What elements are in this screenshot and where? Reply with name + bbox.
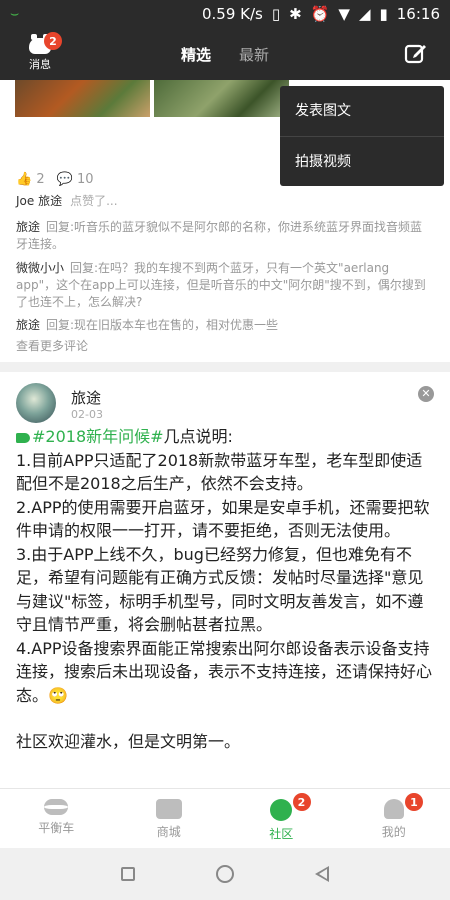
close-icon[interactable]: ✕	[418, 386, 434, 402]
nav-label: 我的	[381, 825, 406, 839]
home-icon[interactable]	[215, 865, 234, 883]
system-nav-bar	[0, 848, 450, 900]
menu-item-record-video[interactable]: 拍摄视频	[280, 137, 444, 187]
messages-badge: 2	[44, 32, 62, 50]
menu-item-post-image-text[interactable]: 发表图文	[280, 86, 444, 136]
post-photo[interactable]	[154, 80, 289, 117]
nav-item-community[interactable]: 社区 2	[225, 789, 338, 848]
tab-latest[interactable]: 最新	[239, 44, 269, 65]
recent-apps-icon[interactable]	[120, 867, 135, 881]
liked-hint: 点赞了...	[70, 194, 118, 208]
nav-item-balance-car[interactable]: 平衡车	[0, 789, 113, 848]
post-line: 2.APP的使用需要开启蓝牙，如果是安卓手机，还需要把软件申请的权限一一打开，请…	[16, 497, 430, 541]
edit-icon[interactable]	[404, 42, 428, 64]
comment-icon: 💬	[56, 172, 73, 187]
post-photo[interactable]	[15, 80, 150, 117]
post-line: 3.由于APP上线不久，bug已经努力修复，但也难免有不足，希望有问题能有正确方…	[16, 544, 424, 635]
post-heading: #2018新年问候#几点说明:	[16, 425, 436, 449]
post-body[interactable]: #2018新年问候#几点说明: 1.目前APP只适配了2018新款带蓝牙车型，老…	[16, 425, 436, 754]
user-icon	[383, 799, 404, 819]
alarm-icon: ⏰	[310, 5, 330, 23]
balance-car-icon	[44, 799, 69, 815]
like-count: 2	[36, 172, 45, 187]
likers[interactable]: Joe 旅途	[16, 194, 62, 208]
post-stats: 👍 2 💬 10	[16, 172, 93, 187]
community-badge: 2	[292, 793, 311, 811]
post-line: 社区欢迎灌水，但是文明第一。	[16, 732, 241, 751]
top-app-bar: 消息 2 精选 最新	[0, 28, 450, 80]
messages-button[interactable]: 消息 2	[20, 32, 62, 72]
heading-text: 几点说明:	[163, 427, 233, 446]
post-author[interactable]: 旅途	[71, 387, 101, 408]
app-notification-icon: ⌣	[10, 6, 20, 22]
messages-label: 消息	[29, 58, 51, 71]
back-icon[interactable]	[315, 866, 330, 882]
comment-text: 回复:在吗？我的车搜不到两个蓝牙，只有一个英文"aerlang app"，这个在…	[16, 261, 426, 309]
post-line: 4.APP设备搜索界面能正常搜索出阿尔郎设备表示设备支持连接，搜索后未出现设备，…	[16, 638, 433, 705]
community-icon	[270, 799, 293, 821]
comment-author[interactable]: 旅途	[16, 318, 40, 332]
nav-label: 商城	[156, 825, 181, 839]
topic-tag[interactable]: #2018新年问候#	[32, 427, 164, 446]
more-comments-link[interactable]: 查看更多评论	[16, 337, 88, 354]
avatar[interactable]	[16, 383, 56, 423]
like-stat[interactable]: 👍 2	[16, 172, 45, 187]
comment-item[interactable]: 旅途 回复:现在旧版本车也在售的，相对优惠一些	[16, 317, 432, 334]
likers-line: Joe 旅途 点赞了...	[16, 192, 118, 209]
clock: 16:16	[396, 5, 440, 23]
nav-item-me[interactable]: 我的 1	[338, 789, 450, 848]
post-line: 1.目前APP只适配了2018新款带蓝牙车型，老车型即使适配但不是2018之后生…	[16, 450, 423, 494]
tag-icon	[16, 432, 30, 443]
comment-stat[interactable]: 💬 10	[57, 172, 94, 187]
post-date: 02-03	[71, 408, 103, 421]
status-bar: ⌣ 0.59 K/s ▯ ✱ ⏰ ▼ ◢ ▮ 16:16	[0, 0, 450, 28]
me-badge: 1	[405, 793, 423, 811]
nav-label: 平衡车	[38, 821, 75, 835]
signal-icon: ◢	[358, 5, 371, 23]
nav-label: 社区	[269, 827, 294, 841]
nav-item-shop[interactable]: 商城	[113, 789, 226, 848]
comment-item[interactable]: 微微小小 回复:在吗？我的车搜不到两个蓝牙，只有一个英文"aerlang app"…	[16, 260, 432, 311]
comment-text: 回复:听音乐的蓝牙貌似不是阿尔郎的名称，你进系统蓝牙界面找音频蓝牙连接。	[16, 220, 423, 251]
shop-icon	[155, 799, 182, 819]
network-speed: 0.59 K/s	[202, 5, 263, 23]
tab-featured[interactable]: 精选	[181, 44, 211, 65]
bluetooth-icon: ✱	[289, 5, 302, 23]
compose-menu: 发表图文 拍摄视频	[280, 86, 444, 186]
comment-author[interactable]: 旅途	[16, 220, 40, 234]
phone-icon: ▯	[271, 5, 281, 23]
comment-item[interactable]: 旅途 回复:听音乐的蓝牙貌似不是阿尔郎的名称，你进系统蓝牙界面找音频蓝牙连接。	[16, 219, 432, 253]
wifi-icon: ▼	[338, 5, 350, 23]
section-divider	[0, 362, 450, 372]
bottom-nav: 平衡车 商城 社区 2 我的 1	[0, 788, 450, 848]
comment-text: 回复:现在旧版本车也在售的，相对优惠一些	[46, 318, 279, 332]
comment-author[interactable]: 微微小小	[16, 261, 64, 275]
thumbs-up-icon: 👍	[16, 172, 33, 187]
comment-count: 10	[76, 172, 94, 187]
battery-icon: ▮	[379, 5, 388, 23]
